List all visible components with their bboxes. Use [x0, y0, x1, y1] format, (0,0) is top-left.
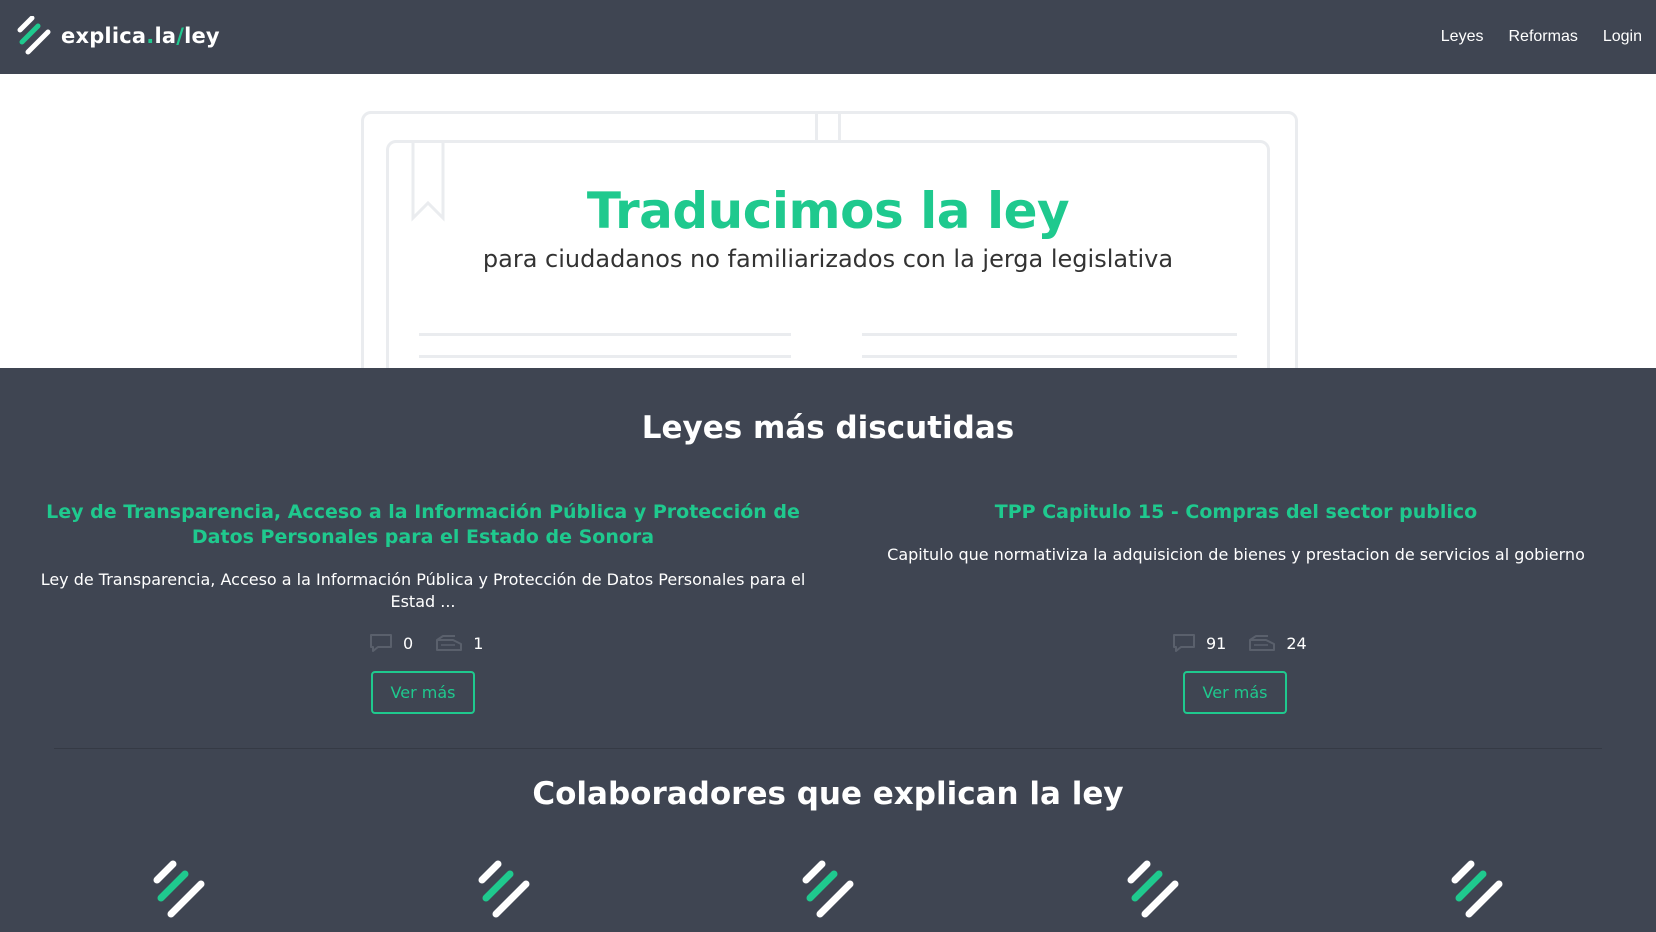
collaborator-avatar[interactable]: [1125, 856, 1185, 932]
navbar: explica.la/ley Leyes Reformas Login: [0, 0, 1656, 74]
collaborator-avatar[interactable]: [476, 856, 536, 932]
nav-link-leyes[interactable]: Leyes: [1441, 28, 1484, 46]
comment-count: 91: [1172, 633, 1226, 653]
collaborators-section-title: Colaboradores que explican la ley: [532, 776, 1124, 812]
law-description: Capitulo que normativiza la adquisicion …: [887, 545, 1585, 564]
collaborator-logo-icon: [1127, 860, 1179, 918]
comment-count: 0: [369, 633, 413, 653]
collaborator-logo-icon: [1451, 860, 1503, 918]
brand-logo[interactable]: explica.la/ley: [16, 16, 220, 56]
nav-link-login[interactable]: Login: [1603, 28, 1642, 46]
hero: Traducimos la ley para ciudadanos no fam…: [0, 74, 1656, 368]
law-title-link[interactable]: TPP Capitulo 15 - Compras del sector pub…: [864, 500, 1608, 525]
law-card: Ley de Transparencia, Acceso a la Inform…: [36, 500, 810, 613]
law-description: Ley de Transparencia, Acceso a la Inform…: [40, 570, 806, 611]
law-stats: 91 24: [1172, 633, 1329, 653]
document-count: 1: [435, 634, 483, 653]
law-card: TPP Capitulo 15 - Compras del sector pub…: [864, 500, 1608, 566]
document-icon: [1249, 635, 1276, 651]
ver-mas-button[interactable]: Ver más: [371, 671, 475, 714]
nav-link-reformas[interactable]: Reformas: [1508, 28, 1577, 46]
logo-icon: [17, 16, 51, 55]
page-line: [419, 355, 791, 358]
collaborator-avatar[interactable]: [800, 856, 860, 932]
page-line: [862, 333, 1237, 336]
collaborator-logo-icon: [802, 860, 854, 918]
section-divider: [54, 748, 1602, 749]
collaborator-avatar[interactable]: [151, 856, 211, 932]
law-stats: 0 1: [369, 633, 505, 653]
laws-section-title: Leyes más discutidas: [641, 410, 1015, 446]
collaborator-avatar[interactable]: [1449, 856, 1509, 932]
book-spine-illustration: [815, 111, 841, 141]
comment-icon: [370, 634, 392, 652]
brand-name: explica.la/ley: [61, 24, 220, 48]
comment-icon: [1173, 634, 1195, 652]
document-icon: [436, 635, 463, 651]
document-count: 24: [1248, 634, 1307, 653]
page-line: [419, 333, 791, 336]
law-title-link[interactable]: Ley de Transparencia, Acceso a la Inform…: [36, 500, 810, 550]
hero-title: Traducimos la ley: [586, 182, 1070, 240]
collaborator-logo-icon: [153, 860, 205, 918]
hero-subtitle: para ciudadanos no familiarizados con la…: [482, 245, 1174, 273]
page-line: [862, 355, 1237, 358]
collaborator-logo-icon: [478, 860, 530, 918]
ver-mas-button[interactable]: Ver más: [1183, 671, 1287, 714]
nav-links: Leyes Reformas Login: [1416, 28, 1642, 46]
